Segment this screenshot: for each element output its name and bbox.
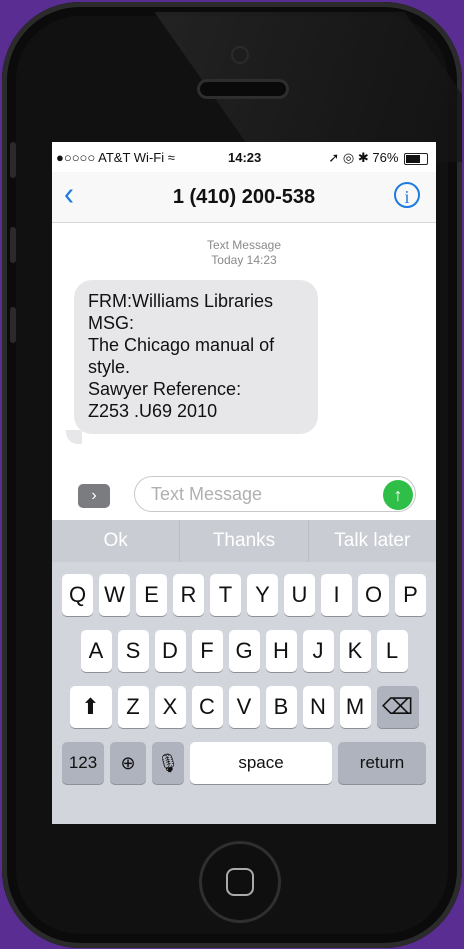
volume-up-button xyxy=(10,227,16,263)
conversation-header: ‹ 1 (410) 200-538 i xyxy=(52,172,436,223)
key-l[interactable]: L xyxy=(376,630,408,672)
status-icons: ➚ ◎ ✱ 76% xyxy=(328,150,399,165)
suggestion-ok[interactable]: Ok xyxy=(52,520,181,562)
key-k[interactable]: K xyxy=(339,630,371,672)
key-o[interactable]: O xyxy=(358,574,389,616)
message-line: style. xyxy=(88,357,131,377)
home-button[interactable] xyxy=(202,844,278,920)
message-input-field[interactable]: ↑ xyxy=(134,476,416,512)
predictive-bar: Ok Thanks Talk later xyxy=(52,520,436,562)
space-key[interactable]: space xyxy=(190,742,332,784)
key-v[interactable]: V xyxy=(228,686,260,728)
carrier-wifi: ●○○○○ AT&T Wi-Fi ≈ xyxy=(56,150,175,165)
key-row-3: ⬆ Z X C V B N M ⌫ xyxy=(52,686,436,728)
earpiece-speaker xyxy=(200,82,286,96)
suggestion-thanks[interactable]: Thanks xyxy=(180,520,309,562)
messages-screen: ●○○○○ AT&T Wi-Fi ≈ 14:23 ➚ ◎ ✱ 76% ‹ 1 (… xyxy=(52,142,436,824)
key-y[interactable]: Y xyxy=(247,574,278,616)
suggestion-talk-later[interactable]: Talk later xyxy=(309,520,436,562)
key-a[interactable]: A xyxy=(80,630,112,672)
send-arrow-icon[interactable]: ↑ xyxy=(383,480,413,510)
status-indicators: ➚ ◎ ✱ 76% xyxy=(328,150,428,166)
compose-bar: › ↑ xyxy=(52,472,436,520)
key-i[interactable]: I xyxy=(321,574,352,616)
key-g[interactable]: G xyxy=(228,630,260,672)
message-line: MSG: xyxy=(88,313,135,333)
mute-switch xyxy=(10,142,16,178)
message-line: The Chicago manual of xyxy=(88,335,275,355)
return-key[interactable]: return xyxy=(338,742,426,784)
message-type: Text Message xyxy=(206,238,282,252)
status-bar: ●○○○○ AT&T Wi-Fi ≈ 14:23 ➚ ◎ ✱ 76% xyxy=(52,142,436,172)
battery-icon xyxy=(404,152,428,165)
backspace-icon[interactable]: ⌫ xyxy=(376,686,419,728)
message-timestamp: Today 14:23 xyxy=(211,253,277,267)
key-n[interactable]: N xyxy=(302,686,334,728)
key-row-1: Q W E R T Y U I O P xyxy=(52,574,436,616)
key-w[interactable]: W xyxy=(99,574,130,616)
key-b[interactable]: B xyxy=(265,686,297,728)
info-icon[interactable]: i xyxy=(394,182,420,208)
message-line: Z253 .U69 2010 xyxy=(88,401,218,421)
key-t[interactable]: T xyxy=(210,574,241,616)
key-row-2: A S D F G H J K L xyxy=(52,630,436,672)
key-f[interactable]: F xyxy=(191,630,223,672)
contact-number[interactable]: 1 (410) 200-538 xyxy=(52,186,436,209)
front-camera xyxy=(233,48,247,62)
key-row-4: 123 ⊕ 🎙 space return xyxy=(52,742,436,784)
key-u[interactable]: U xyxy=(284,574,315,616)
key-d[interactable]: D xyxy=(154,630,186,672)
key-h[interactable]: H xyxy=(265,630,297,672)
shift-arrow-icon[interactable]: ⬆ xyxy=(69,686,112,728)
key-j[interactable]: J xyxy=(302,630,334,672)
key-s[interactable]: S xyxy=(117,630,149,672)
message-input[interactable] xyxy=(149,483,353,506)
apps-chevron-icon[interactable]: › xyxy=(78,484,110,508)
key-x[interactable]: X xyxy=(154,686,186,728)
keyboard: Ok Thanks Talk later Q W E R T Y U I O P… xyxy=(52,520,436,824)
message-line: FRM:Williams Libraries xyxy=(88,291,274,311)
phone-frame: ●○○○○ AT&T Wi-Fi ≈ 14:23 ➚ ◎ ✱ 76% ‹ 1 (… xyxy=(2,2,462,948)
key-c[interactable]: C xyxy=(191,686,223,728)
numbers-key[interactable]: 123 xyxy=(62,742,104,784)
bubble-tail xyxy=(66,430,82,444)
key-e[interactable]: E xyxy=(136,574,167,616)
message-meta: Text Message Today 14:23 xyxy=(52,238,436,268)
home-square-icon xyxy=(226,868,254,896)
key-p[interactable]: P xyxy=(395,574,426,616)
key-r[interactable]: R xyxy=(173,574,204,616)
volume-down-button xyxy=(10,307,16,343)
key-q[interactable]: Q xyxy=(62,574,93,616)
key-m[interactable]: M xyxy=(339,686,371,728)
microphone-icon[interactable]: 🎙 xyxy=(152,742,184,784)
status-time: 14:23 xyxy=(228,150,262,165)
globe-icon[interactable]: ⊕ xyxy=(110,742,146,784)
incoming-message-bubble[interactable]: FRM:Williams Libraries MSG: The Chicago … xyxy=(74,280,318,434)
key-z[interactable]: Z xyxy=(117,686,149,728)
message-line: Sawyer Reference: xyxy=(88,379,242,399)
